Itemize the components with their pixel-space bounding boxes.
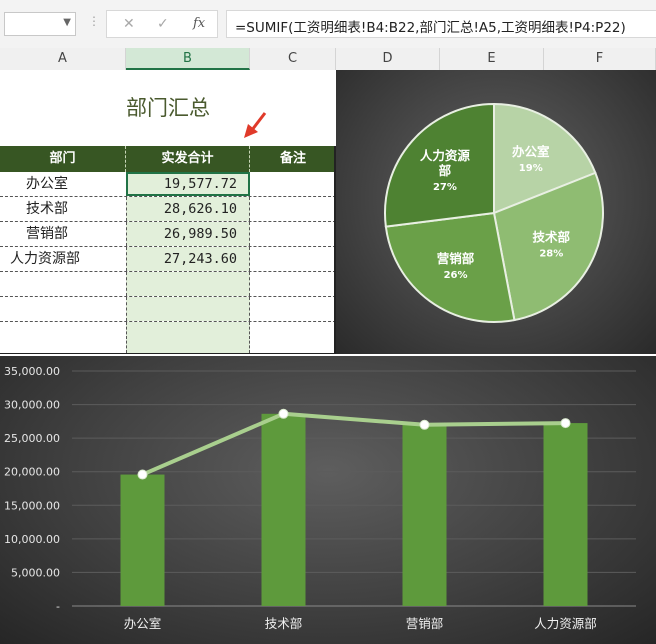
pie-label: 营销部	[437, 251, 475, 266]
pie-chart[interactable]: 办公室 19% 技术部 28% 营销部 26% 人力资源部 27%	[336, 70, 656, 354]
column-headers: A B C D E F	[0, 48, 656, 71]
series-line[interactable]	[141, 411, 566, 477]
y-tick-label: 30,000.00	[4, 399, 60, 412]
table-header-row: 部门 实发合计 备注	[0, 146, 336, 172]
drag-handle-icon[interactable]: ⋮	[88, 14, 100, 28]
cell-amount[interactable]: 26,989.50	[126, 222, 250, 246]
line-marker[interactable]	[419, 419, 430, 430]
enter-icon[interactable]: ✓	[157, 16, 169, 32]
combo-chart-svg: - 5,000.00 10,000.00 15,000.00 20,000.00 25,0…	[4, 365, 636, 631]
cell-amount[interactable]	[126, 322, 250, 353]
line-marker[interactable]	[560, 418, 571, 429]
formula-bar: ▼ ⋮ ✕ ✓ fx =SUMIF(工资明细表!B4:B22,部门汇总!A5,工…	[0, 0, 656, 49]
pie-label: 办公室	[512, 144, 550, 159]
pie-percent-label: 27%	[433, 182, 457, 193]
header-note[interactable]: 备注	[250, 146, 336, 172]
bar[interactable]	[543, 423, 588, 606]
cell-dept[interactable]: 人力资源部	[0, 247, 126, 271]
cell-amount-selected[interactable]: 19,577.72	[126, 172, 250, 196]
table-row	[0, 272, 336, 297]
cell-dept[interactable]: 技术部	[0, 197, 126, 221]
cell-amount[interactable]: 28,626.10	[126, 197, 250, 221]
y-tick-label: 15,000.00	[4, 499, 60, 512]
worksheet: 部门汇总 部门 实发合计 备注 办公室 19,577.72 技术部 28,626…	[0, 70, 336, 354]
column-header-b[interactable]: B	[126, 48, 250, 70]
header-dept[interactable]: 部门	[0, 146, 126, 172]
x-tick-label: 人力资源部	[534, 616, 597, 631]
column-header-f[interactable]: F	[544, 48, 656, 70]
name-box[interactable]: ▼	[4, 12, 76, 36]
cell-note[interactable]	[250, 172, 336, 196]
column-header-c[interactable]: C	[250, 48, 336, 70]
x-tick-label: 营销部	[406, 616, 444, 631]
bar[interactable]	[402, 424, 447, 606]
formula-input[interactable]: =SUMIF(工资明细表!B4:B22,部门汇总!A5,工资明细表!P4:P22…	[226, 10, 656, 38]
y-tick-label: 10,000.00	[4, 533, 60, 546]
header-amount[interactable]: 实发合计	[126, 146, 250, 172]
column-header-e[interactable]: E	[440, 48, 544, 70]
cell-amount[interactable]	[126, 272, 250, 296]
cell-dept[interactable]	[0, 322, 126, 346]
insert-function-button[interactable]: fx	[193, 16, 205, 31]
cell-note[interactable]	[250, 322, 336, 346]
cell-note[interactable]	[250, 297, 336, 321]
cell-note[interactable]	[250, 222, 336, 246]
cell-dept[interactable]	[0, 297, 126, 321]
cell-note[interactable]	[250, 197, 336, 221]
x-tick-label: 办公室	[124, 616, 162, 631]
table-row: 办公室 19,577.72	[0, 172, 336, 197]
red-arrow-icon	[244, 112, 267, 138]
cell-amount[interactable]: 27,243.60	[126, 247, 250, 271]
table-row	[0, 297, 336, 322]
table-row	[0, 322, 336, 354]
table-row: 技术部 28,626.10	[0, 197, 336, 222]
bar[interactable]	[261, 413, 306, 606]
pie-label: 技术部	[533, 230, 571, 245]
table-row: 人力资源部 27,243.60	[0, 247, 336, 272]
column-header-a[interactable]: A	[0, 48, 126, 70]
table-row: 营销部 26,989.50	[0, 222, 336, 247]
chevron-down-icon[interactable]: ▼	[63, 17, 71, 28]
cell-note[interactable]	[250, 247, 336, 271]
line-marker[interactable]	[137, 469, 148, 480]
cell-note[interactable]	[250, 272, 336, 296]
pie-label: 人力资源	[420, 148, 471, 163]
y-tick-label: 20,000.00	[4, 466, 60, 479]
y-tick-label: 35,000.00	[4, 365, 60, 378]
pie-slice-2[interactable]	[384, 211, 516, 323]
page-title[interactable]: 部门汇总	[0, 70, 336, 146]
y-tick-label: 5,000.00	[11, 566, 60, 579]
y-tick-label: -	[56, 600, 60, 613]
pie-percent-label: 19%	[519, 163, 543, 174]
column-header-d[interactable]: D	[336, 48, 440, 70]
pie-percent-label: 26%	[444, 270, 468, 281]
pie-percent-label: 28%	[539, 249, 563, 260]
pie-chart-svg: 办公室 19% 技术部 28% 营销部 26% 人力资源部 27%	[384, 102, 604, 323]
cancel-icon[interactable]: ✕	[123, 16, 135, 32]
cell-amount[interactable]	[126, 297, 250, 321]
cell-dept[interactable]	[0, 272, 126, 296]
formula-buttons: ✕ ✓ fx	[106, 10, 218, 38]
pie-label: 部	[439, 163, 452, 178]
cell-dept[interactable]: 营销部	[0, 222, 126, 246]
bar[interactable]	[120, 474, 165, 606]
cell-dept[interactable]: 办公室	[0, 172, 126, 196]
combo-chart[interactable]: - 5,000.00 10,000.00 15,000.00 20,000.00 25,0…	[0, 356, 656, 644]
x-tick-label: 技术部	[265, 616, 303, 631]
y-tick-label: 25,000.00	[4, 432, 60, 445]
line-marker[interactable]	[278, 408, 289, 419]
